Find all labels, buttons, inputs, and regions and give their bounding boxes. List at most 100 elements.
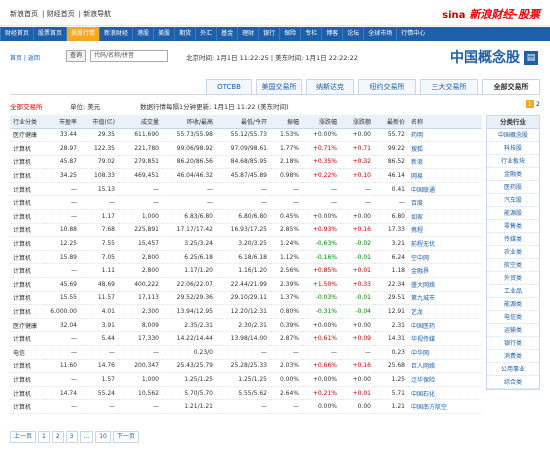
table-cell[interactable]: 中国南方航空 (408, 399, 482, 414)
nav-item[interactable]: 博客 (321, 27, 342, 41)
nav-item[interactable]: 港股 (132, 27, 153, 41)
table-row[interactable]: 计算机 10.88 7.68 225,891 17.17/17.42 16.93/17.2… (10, 223, 482, 238)
pager-link[interactable]: 2 (51, 431, 64, 443)
table-row[interactable]: 计算机 —5.44 17,330 14.22/14.44 13.98/14.00 2.87… (10, 331, 482, 346)
pager-link[interactable]: 3 (65, 431, 78, 443)
sidebar-item[interactable]: 工业品 (487, 285, 539, 298)
table-row[interactable]: 计算机 15.89 7.05 2,800 6.25/6.18 6.18/6.18 1.12%… (10, 250, 482, 265)
nav-item[interactable]: 理财 (237, 27, 258, 41)
table-cell[interactable]: 中国石化 (408, 386, 482, 401)
top-link-1[interactable]: 新浪首页 (10, 10, 38, 18)
table-row[interactable]: 计算机 — — —1.21/1.21— —0.00% 0.00 1.21 中国南方航空 (10, 399, 482, 414)
column-header[interactable]: 最低/今开 (216, 115, 270, 129)
table-row[interactable]: 计算机 — — — — — — — — — 百度 (10, 195, 482, 211)
column-header[interactable]: 市盈率 (44, 115, 80, 129)
column-header[interactable]: 市值(亿) (80, 115, 118, 129)
nav-item[interactable]: 股票首页 (33, 27, 66, 41)
column-header[interactable]: 涨跌幅 (302, 115, 340, 129)
tab-nasdaq[interactable]: 纳斯达克 (306, 79, 354, 94)
column-header[interactable]: 涨跌额 (340, 115, 374, 129)
sidebar-item[interactable]: 金融类 (487, 168, 539, 181)
table-cell[interactable]: 中国医药 (408, 318, 482, 333)
column-header[interactable]: 振幅 (270, 115, 302, 129)
sidebar-item[interactable]: 运输类 (487, 324, 539, 337)
table-cell[interactable]: 第九城市 (408, 291, 482, 306)
table-row[interactable]: 计算机 6,000.00 4.01 2,300 13.94/12.95 12.20/12.… (10, 304, 482, 319)
column-header[interactable]: 昨收/最高 (162, 115, 216, 129)
nav-item[interactable]: 期货 (174, 27, 195, 41)
top-link-2[interactable]: 财经首页 (47, 10, 75, 18)
table-cell[interactable]: 巨人网络 (408, 359, 482, 374)
sidebar-item[interactable]: 综合类 (487, 376, 539, 389)
column-header[interactable]: 名称 (408, 115, 482, 129)
tab-all[interactable]: 全部交易所 (482, 79, 540, 94)
nav-item[interactable]: 保险 (279, 27, 300, 41)
sidebar-item[interactable]: 外贸类 (487, 272, 539, 285)
top-pager-current[interactable]: 1 (525, 100, 534, 108)
table-row[interactable]: 计算机 12.25 7.55 15,457 3.25/3.24 3.20/3.25 1.24… (10, 236, 482, 251)
table-row[interactable]: 计算机 —15.13— — — — — —0.41 中国联通 (10, 182, 482, 197)
tab-otcbb[interactable]: OTCBB (206, 79, 252, 94)
nav-item[interactable]: 行情中心 (396, 27, 429, 41)
nav-item[interactable]: 专栏 (300, 27, 321, 41)
table-cell[interactable]: 中国联通 (408, 182, 482, 197)
table-row[interactable]: 计算机 —1.57 1,000 1.25/1.25 1.25/1.25 0.00% +0.0… (10, 372, 482, 387)
table-row[interactable]: 计算机 —1.11 2,800 1.17/1.20 1.16/1.20 2.56% +0.8… (10, 263, 482, 279)
table-cell[interactable]: 盛大网络 (408, 277, 482, 292)
table-cell[interactable]: 空中网 (408, 250, 482, 265)
table-row[interactable]: 计算机 —1.17 1,000 6.83/6.80 6.80/6.80 0.45% +0.0… (10, 209, 482, 224)
sidebar-item[interactable]: 中国概念股 (487, 129, 539, 142)
table-cell[interactable]: 华视传媒 (408, 331, 482, 346)
column-header[interactable]: 成交量 (118, 115, 162, 129)
table-cell[interactable]: 如家 (408, 209, 482, 224)
nav-item[interactable]: 全球市场 (363, 27, 396, 41)
tab-amex[interactable]: 美国交易所 (256, 79, 302, 94)
pager-link[interactable]: 1 (38, 431, 50, 443)
table-row[interactable]: 医疗健康 33.44 29.35 611,690 55.73/55.98 55.12/55… (10, 128, 482, 143)
column-header[interactable]: 最新价 (374, 115, 408, 129)
sidebar-item[interactable]: 行业板块 (487, 155, 539, 168)
table-row[interactable]: 计算机 28.97 122.35 221,780 99.06/98.92 97.09/98… (10, 141, 482, 156)
tab-three[interactable]: 三大交易所 (420, 79, 478, 94)
top-link-3[interactable]: 新浪导航 (83, 10, 111, 18)
search-button[interactable]: 查询 (66, 50, 86, 62)
table-cell[interactable]: 金融界 (408, 263, 482, 279)
nav-item[interactable]: 基金 (216, 27, 237, 41)
sidebar-item[interactable]: 电信类 (487, 311, 539, 324)
search-input[interactable]: 代码/名称/拼音 (90, 50, 168, 62)
nav-item[interactable]: 银行 (258, 27, 279, 41)
table-cell[interactable]: 搜狐 (408, 141, 482, 156)
pager-link[interactable]: 10 (95, 431, 111, 443)
nav-item[interactable]: 美股行情 (66, 27, 100, 41)
table-cell[interactable]: 网易 (408, 168, 482, 183)
table-row[interactable]: 计算机 14.74 55.24 10,562 5.70/5.70 5.55/5.62 2.6… (10, 386, 482, 401)
sidebar-item[interactable]: 零售类 (487, 220, 539, 233)
site-logo[interactable]: sina 新浪财经-股票 (442, 6, 540, 22)
nav-item[interactable]: 财经首页 (0, 27, 33, 41)
table-row[interactable]: 计算机 15.55 11.57 17,113 29.52/29.36 29.10/29.1… (10, 291, 482, 306)
sidebar-item[interactable]: 传媒类 (487, 233, 539, 246)
sidebar-item[interactable]: 能源类 (487, 298, 539, 311)
table-row[interactable]: 计算机 11.60 14.76 200,347 25.43/25.79 25.28/25.… (10, 359, 482, 374)
table-cell[interactable]: 中华网 (408, 345, 482, 360)
sidebar-item[interactable]: 医药股 (487, 181, 539, 194)
table-cell[interactable]: 新浪 (408, 155, 482, 170)
table-row[interactable]: 电信 — — —0.23/0— — — —0.23 中华网 (10, 345, 482, 360)
column-header[interactable]: 行业分类 (10, 115, 44, 129)
table-cell[interactable]: 泛华保险 (408, 372, 482, 387)
sidebar-item[interactable]: 公用事业 (487, 363, 539, 376)
tab-nyse[interactable]: 纽约交易所 (358, 79, 416, 94)
nav-item[interactable]: 论坛 (342, 27, 363, 41)
top-pager-2[interactable]: 2 (536, 100, 540, 108)
nav-item[interactable]: 外汇 (195, 27, 216, 41)
nav-item[interactable]: 新浪财经 (99, 27, 132, 41)
sidebar-item[interactable]: 航空类 (487, 259, 539, 272)
pager-link[interactable]: ... (79, 431, 94, 443)
sidebar-item[interactable]: 银行类 (487, 337, 539, 350)
search-links[interactable]: 首页 | 返回 (10, 53, 40, 62)
sidebar-item[interactable]: 农业类 (487, 246, 539, 259)
pager-link[interactable]: 下一页 (112, 431, 139, 443)
table-cell[interactable]: 携程 (408, 223, 482, 238)
table-row[interactable]: 计算机 45.87 79.02 279,851 86.20/86.56 84.68/85.… (10, 155, 482, 170)
table-cell[interactable]: 百度 (408, 195, 482, 211)
